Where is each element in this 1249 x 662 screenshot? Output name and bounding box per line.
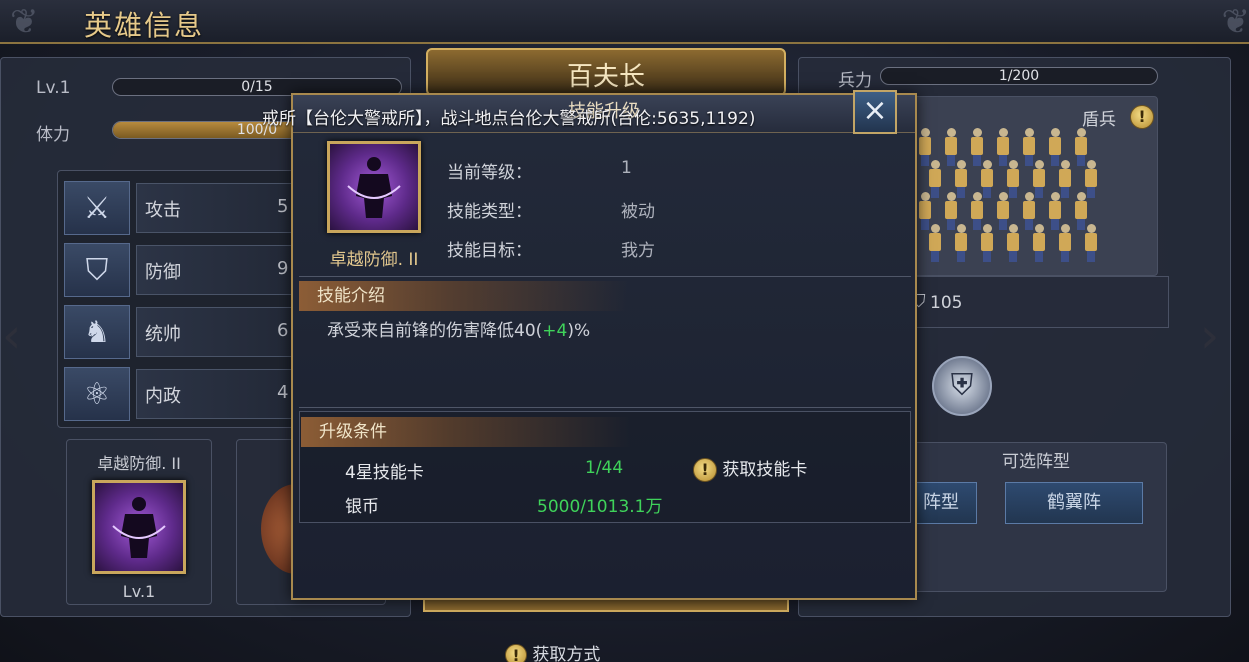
info-icon: ! bbox=[693, 458, 717, 482]
power-row: ⛉ 105 bbox=[905, 276, 1169, 328]
stat-value: 6 bbox=[277, 320, 289, 341]
troops-label: 兵力 bbox=[838, 71, 872, 91]
stat-box: 统帅 6 bbox=[136, 307, 304, 357]
skill-card-name: 卓越防御. II bbox=[97, 454, 181, 473]
stat-row-command: ♞ 统帅 6 bbox=[64, 305, 304, 359]
troops-count: 1/200 bbox=[998, 68, 1040, 84]
page-title: 英雄信息 bbox=[84, 9, 205, 42]
formation-title: 可选阵型 bbox=[1002, 452, 1070, 472]
stat-name: 攻击 bbox=[145, 200, 181, 221]
atom-icon: ⚛ bbox=[64, 367, 130, 421]
warrior-silhouette-icon bbox=[112, 497, 166, 558]
get-skill-card-button[interactable]: ! 获取技能卡 bbox=[693, 455, 807, 482]
info-label-type: 技能类型： bbox=[447, 202, 532, 222]
intro-section-title: 技能介绍 bbox=[299, 281, 629, 311]
soldier-icon bbox=[954, 224, 968, 262]
stat-row-politics: ⚛ 内政 4 bbox=[64, 367, 304, 421]
description-text: 承受来自前锋的伤害降低40( bbox=[327, 321, 543, 341]
troop-info-icon[interactable]: ! bbox=[1130, 105, 1154, 129]
rank-plate: 百夫长 bbox=[426, 48, 786, 96]
stat-row-defense: ⛉ 防御 9 bbox=[64, 243, 304, 297]
formation-shield-icon[interactable]: ⛨ bbox=[932, 356, 992, 416]
system-message: 戒所【台伦大警戒所】，战斗地点台伦大警戒所(台伦:5635,1192) bbox=[262, 109, 756, 129]
skill-card-level: Lv.1 bbox=[122, 582, 156, 601]
info-label-target: 技能目标： bbox=[447, 241, 532, 261]
acquire-method-label: 获取方式 bbox=[532, 645, 601, 662]
divider bbox=[299, 407, 911, 408]
get-skill-card-label: 获取技能卡 bbox=[722, 460, 808, 480]
soldier-icon bbox=[928, 224, 942, 262]
shield-icon: ⛉ bbox=[64, 243, 130, 297]
requirement-progress: 5000/1013.1万 bbox=[537, 497, 663, 517]
close-button[interactable]: × bbox=[853, 90, 897, 134]
horse-icon: ♞ bbox=[64, 305, 130, 359]
description-bonus: +4 bbox=[542, 321, 568, 341]
level-label: Lv.1 bbox=[36, 78, 71, 98]
stat-value: 5 bbox=[277, 196, 289, 217]
stat-box: 防御 9 bbox=[136, 245, 304, 295]
requirement-name: 银币 bbox=[345, 497, 379, 517]
skill-defense-icon bbox=[92, 480, 186, 574]
stat-name: 统帅 bbox=[145, 324, 181, 345]
soldier-icon bbox=[980, 224, 994, 262]
troop-power: 105 bbox=[930, 293, 963, 313]
stat-row-attack: ⚔ 攻击 5 bbox=[64, 181, 304, 235]
stat-name: 内政 bbox=[145, 386, 181, 407]
rank-title: 百夫长 bbox=[566, 62, 645, 92]
soldier-icon bbox=[1006, 224, 1020, 262]
stat-box: 攻击 5 bbox=[136, 183, 304, 233]
crossed-swords-icon: ⚔ bbox=[64, 181, 130, 235]
skill-description: 承受来自前锋的伤害降低40(+4)% bbox=[327, 316, 590, 341]
top-bar: ❦ 英雄信息 ❦ bbox=[0, 0, 1249, 44]
stamina-label: 体力 bbox=[36, 125, 70, 145]
ornament-right-icon: ❦ bbox=[1221, 2, 1249, 42]
dialog-skill-icon bbox=[327, 141, 421, 233]
upgrade-section-title: 升级条件 bbox=[301, 417, 631, 447]
description-suffix: )% bbox=[567, 321, 591, 341]
stat-name: 防御 bbox=[145, 262, 181, 283]
soldier-icon bbox=[1084, 224, 1098, 262]
troop-type: 盾兵 bbox=[1082, 110, 1116, 130]
warrior-silhouette-icon bbox=[347, 157, 401, 218]
divider bbox=[299, 276, 911, 277]
info-value-type: 被动 bbox=[621, 202, 655, 222]
skill-card[interactable]: 卓越防御. II Lv.1 bbox=[66, 439, 212, 605]
skill-upgrade-dialog: 技能升级 卓越防御. II 当前等级： 1 技能类型： 被动 技能目标： 我方 … bbox=[291, 93, 917, 600]
requirement-name: 4星技能卡 bbox=[345, 463, 424, 483]
info-value-target: 我方 bbox=[621, 241, 655, 261]
soldier-icon bbox=[1058, 224, 1072, 262]
dialog-skill-name: 卓越防御. II bbox=[329, 250, 419, 270]
formation-button-crane[interactable]: 鹤翼阵 bbox=[1005, 482, 1143, 524]
info-icon: ! bbox=[505, 644, 527, 662]
acquire-method[interactable]: ! 获取方式 bbox=[505, 640, 600, 662]
requirement-progress: 1/44 bbox=[585, 458, 624, 478]
info-label-level: 当前等级： bbox=[447, 163, 532, 183]
stat-value: 9 bbox=[277, 258, 289, 279]
soldier-icon bbox=[1032, 224, 1046, 262]
info-value-level: 1 bbox=[621, 158, 632, 178]
troops-bar: 1/200 bbox=[880, 67, 1158, 85]
stat-value: 4 bbox=[277, 382, 289, 403]
stat-box: 内政 4 bbox=[136, 369, 304, 419]
